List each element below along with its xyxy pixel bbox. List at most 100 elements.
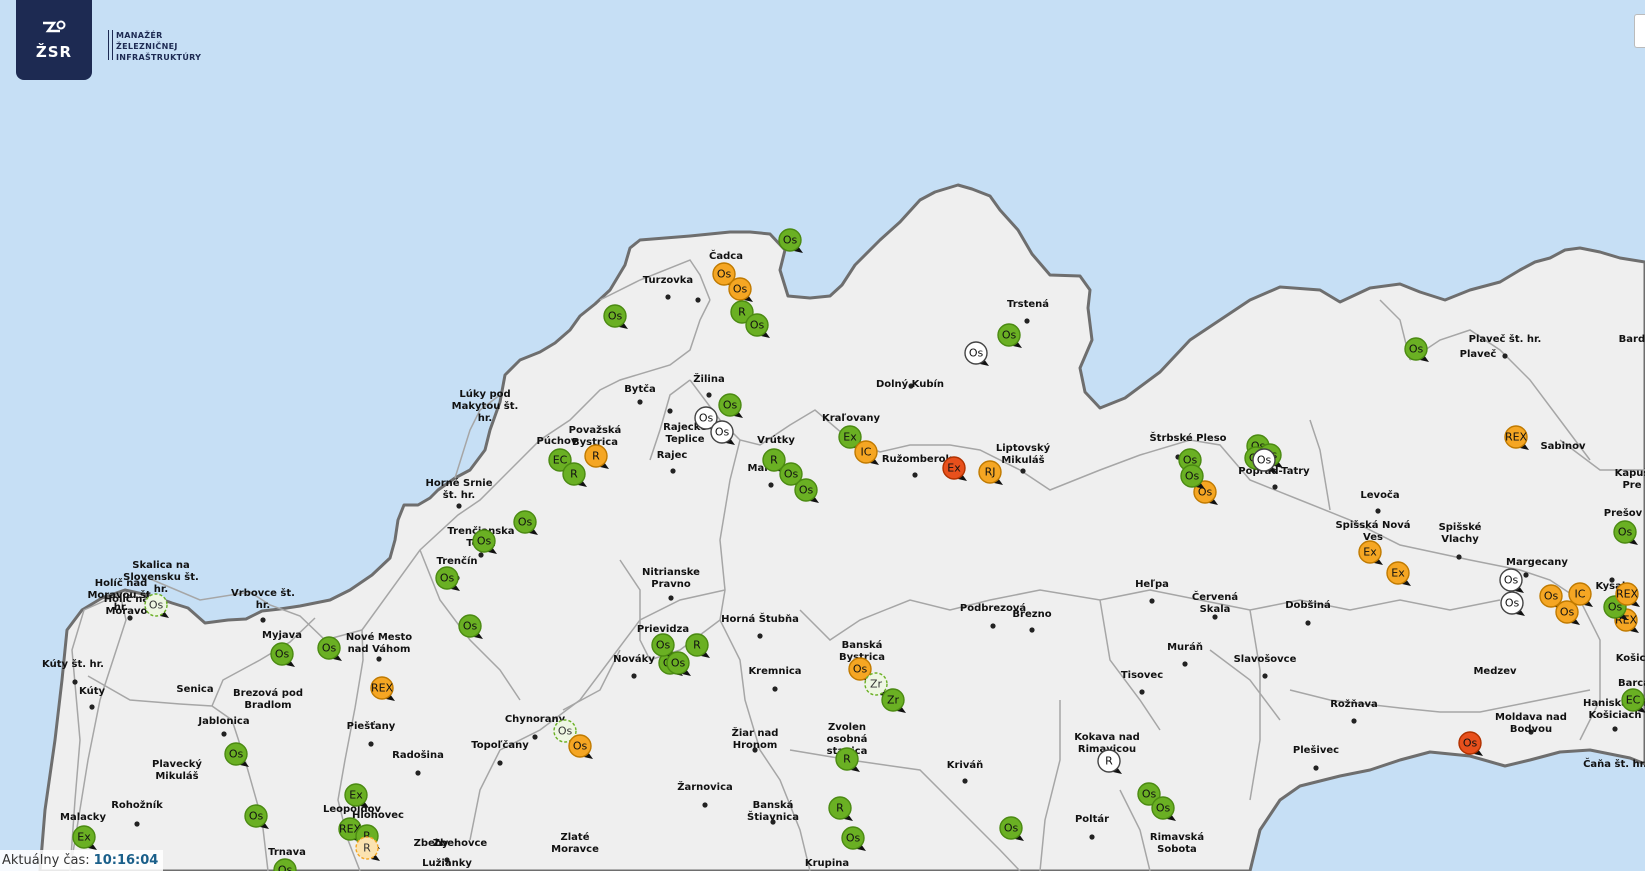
train-marker-label: IC bbox=[1575, 588, 1586, 601]
city-label-plavec: Plaveč bbox=[1460, 348, 1497, 360]
station-dot-icon bbox=[1456, 554, 1462, 560]
city-label-sabinov: Sabinov bbox=[1540, 441, 1586, 452]
train-marker-label: Zr bbox=[887, 694, 900, 707]
train-marker-label: Os bbox=[149, 599, 164, 612]
logo-text: ŽSR bbox=[35, 43, 73, 61]
city-label-jablonica: Jablonica bbox=[197, 716, 249, 727]
train-marker-label: REX bbox=[1505, 431, 1528, 444]
city-label-novaky: Nováky bbox=[613, 653, 655, 665]
station-dot-icon bbox=[1351, 718, 1357, 724]
train-marker-label: Ex bbox=[843, 431, 857, 444]
station-dot-icon bbox=[1139, 689, 1145, 695]
city-label-slavosovce: Slavošovce bbox=[1234, 653, 1297, 665]
train-marker-label: Os bbox=[783, 234, 798, 247]
station-dot-icon bbox=[368, 741, 374, 747]
station-dot-icon bbox=[1029, 627, 1035, 633]
train-marker-label: Os bbox=[1544, 590, 1559, 603]
city-label-puchov: Púchov bbox=[537, 435, 578, 447]
station-dot-icon bbox=[89, 704, 95, 710]
city-label-rajec: Rajec bbox=[657, 450, 688, 461]
train-marker-label: Os bbox=[750, 319, 765, 332]
station-dot-icon bbox=[962, 778, 968, 784]
train-marker-label: Os bbox=[784, 468, 799, 481]
zsr-logo-icon bbox=[43, 20, 66, 33]
city-label-bytca: Bytča bbox=[624, 383, 656, 395]
city-label-turzovka: Turzovka bbox=[643, 275, 693, 286]
train-marker-label: Os bbox=[558, 725, 573, 738]
city-label-luzianky: Lužianky bbox=[422, 857, 472, 869]
current-time-value: 10:16:04 bbox=[93, 853, 159, 868]
city-label-krivan: Kriváň bbox=[947, 759, 984, 771]
train-marker-label: Os bbox=[853, 663, 868, 676]
city-label-piestany: Piešťany bbox=[347, 720, 396, 732]
train-marker-label: Os bbox=[518, 516, 533, 529]
station-dot-icon bbox=[72, 679, 78, 685]
train-marker-label: R bbox=[738, 306, 746, 319]
train-marker-label: Os bbox=[573, 740, 588, 753]
train-marker-label: R bbox=[363, 842, 371, 855]
train-marker-label: Ex bbox=[947, 462, 961, 475]
city-label-plavec-sthr: Plaveč št. hr. bbox=[1469, 333, 1542, 345]
city-label-roznava: Rožňava bbox=[1330, 698, 1378, 710]
station-dot-icon bbox=[1020, 468, 1026, 474]
train-marker-label: Os bbox=[1463, 737, 1478, 750]
city-label-brezno: Brezno bbox=[1012, 609, 1051, 620]
city-label-kosice: Košice bbox=[1616, 652, 1645, 664]
station-dot-icon bbox=[668, 595, 674, 601]
city-label-trencin: Trenčín bbox=[436, 555, 477, 567]
train-marker-label: Os bbox=[1156, 802, 1171, 815]
train-marker-label: Os bbox=[1409, 343, 1424, 356]
train-marker-label: Os bbox=[1002, 329, 1017, 342]
station-dot-icon bbox=[695, 297, 701, 303]
city-label-muran: Muráň bbox=[1167, 641, 1203, 653]
city-label-zbehovce: Zbehovce bbox=[433, 838, 488, 849]
zoom-control[interactable] bbox=[1634, 14, 1645, 48]
station-dot-icon bbox=[667, 408, 673, 414]
station-dot-icon bbox=[912, 472, 918, 478]
city-label-hlohovec: Hlohovec bbox=[352, 810, 404, 821]
train-marker-label: Os bbox=[1185, 470, 1200, 483]
city-label-kremnica: Kremnica bbox=[748, 666, 801, 677]
city-label-dolny-kubin: Dolný Kubín bbox=[876, 378, 944, 390]
train-marker-label: Os bbox=[733, 283, 748, 296]
station-dot-icon bbox=[706, 392, 712, 398]
station-dot-icon bbox=[415, 770, 421, 776]
station-dot-icon bbox=[670, 468, 676, 474]
logo-divider bbox=[108, 30, 113, 60]
train-marker-label: R bbox=[570, 468, 578, 481]
city-label-horna-stubna: Horná Štubňa bbox=[721, 612, 799, 625]
train-marker-label: Os bbox=[715, 426, 730, 439]
train-marker-label: REX bbox=[1616, 588, 1639, 601]
station-dot-icon bbox=[497, 760, 503, 766]
train-marker-label: Os bbox=[1142, 788, 1157, 801]
train-marker-label: Os bbox=[1618, 526, 1633, 539]
city-label-zilina: Žilina bbox=[693, 372, 724, 385]
train-marker-label: Os bbox=[699, 412, 714, 425]
station-dot-icon bbox=[532, 734, 538, 740]
train-marker-label: Ex bbox=[1391, 567, 1405, 580]
train-marker-label: Os bbox=[1505, 597, 1520, 610]
train-marker-label: Os bbox=[799, 484, 814, 497]
train-marker-label: Os bbox=[440, 572, 455, 585]
train-marker-label: EC bbox=[1626, 694, 1641, 707]
station-dot-icon bbox=[768, 482, 774, 488]
station-dot-icon bbox=[990, 623, 996, 629]
city-label-cana: Čaňa št. hr. bbox=[1583, 757, 1645, 770]
train-marker-label: Os bbox=[671, 657, 686, 670]
station-dot-icon bbox=[637, 399, 643, 405]
zsr-logo[interactable]: ŽSR bbox=[16, 0, 92, 80]
train-marker-label: R bbox=[693, 639, 701, 652]
city-label-medzev: Medzev bbox=[1473, 666, 1516, 677]
train-marker-label: Os bbox=[249, 810, 264, 823]
train-marker-label: Os bbox=[1504, 574, 1519, 587]
city-label-cadca: Čadca bbox=[709, 249, 743, 262]
railway-map[interactable]: Čadca Turzovka Trstená Žilina Bytča Dolný Kub… bbox=[0, 0, 1645, 871]
train-marker-label: Os bbox=[723, 399, 738, 412]
city-label-poltar: Poltár bbox=[1075, 813, 1109, 825]
station-dot-icon bbox=[1612, 726, 1618, 732]
train-marker-label: Os bbox=[1560, 606, 1575, 619]
train-marker-label: Os bbox=[1257, 454, 1272, 467]
station-dot-icon bbox=[1024, 318, 1030, 324]
city-label-radosina: Radošina bbox=[392, 749, 444, 761]
train-marker-label: Os bbox=[1004, 822, 1019, 835]
